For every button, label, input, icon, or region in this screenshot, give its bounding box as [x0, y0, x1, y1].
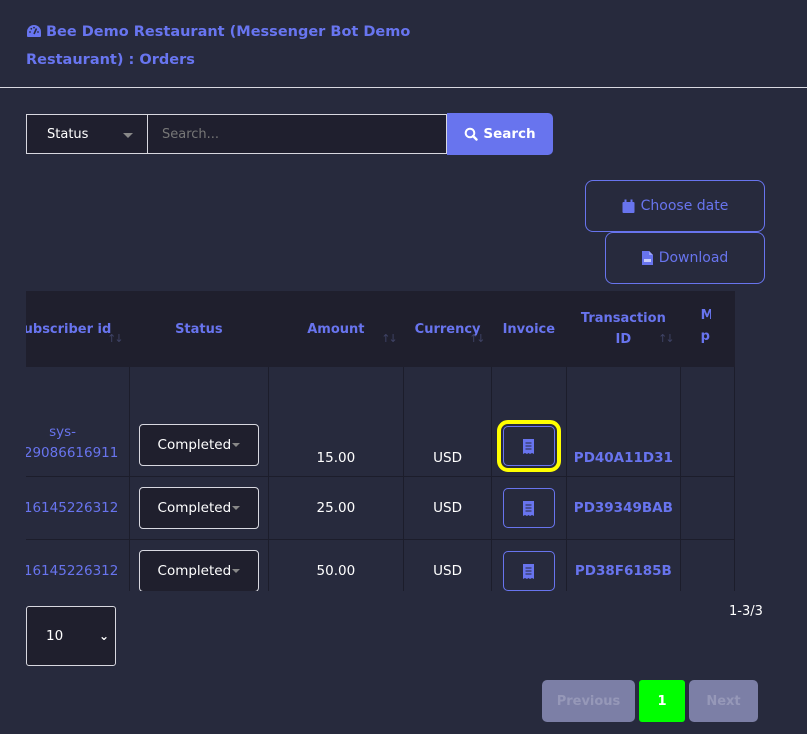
status-dropdown[interactable]: Completed	[138, 487, 259, 529]
caret-down-icon	[232, 443, 241, 447]
currency-cell: USD	[403, 476, 493, 540]
result-range: 1-3/3	[729, 604, 763, 619]
per-page-value: 10	[46, 628, 64, 644]
invoice-button[interactable]	[502, 551, 555, 591]
sort-icon: ↑↓	[469, 332, 486, 345]
page-1-button[interactable]: 1	[639, 680, 685, 722]
tachometer-icon	[27, 25, 41, 37]
page-header: Bee Demo Restaurant (Messenger Bot Demo …	[0, 0, 807, 88]
search-input[interactable]	[148, 114, 447, 154]
download-label: Download	[658, 250, 729, 266]
status-filter-label: Status	[47, 126, 89, 142]
status-cell: Completed	[129, 367, 269, 477]
chevron-down-icon: ⌄	[98, 629, 109, 643]
table-row: 8816145226312 Completed 25.00 USD PD3934…	[26, 476, 735, 540]
table-header-row: Subscriber id↑↓ Status Amount↑↓ Currency…	[26, 291, 735, 367]
column-header-currency[interactable]: Currency ↑↓	[404, 291, 492, 367]
transaction-id-cell[interactable]: PD39349BAB	[566, 476, 682, 540]
download-button[interactable]: Download	[605, 232, 765, 284]
search-icon	[465, 127, 479, 141]
caret-down-icon	[123, 133, 133, 138]
next-page-button[interactable]: Next	[689, 680, 758, 722]
previous-page-button[interactable]: Previous	[542, 680, 635, 722]
calendar-icon	[622, 199, 635, 213]
status-dropdown[interactable]: Completed	[138, 424, 259, 466]
amount-cell: 15.00	[268, 367, 405, 477]
table-row: sys-0529086616911 Completed 15.00 USD PD…	[26, 367, 735, 477]
table-row: 8816145226312 Completed 50.00 USD PD38F6…	[26, 539, 735, 591]
choose-date-label: Choose date	[640, 198, 729, 214]
transaction-id-cell[interactable]: PD38F6185B	[566, 539, 682, 591]
column-header-amount[interactable]: Amount ↑↓	[268, 291, 404, 367]
column-header-status: Status	[175, 321, 223, 337]
invoice-button[interactable]	[502, 488, 555, 528]
orders-table: Subscriber id↑↓ Status Amount↑↓ Currency…	[26, 291, 765, 591]
sort-icon: ↑↓	[381, 332, 398, 345]
caret-down-icon	[232, 569, 241, 573]
search-bar: Status Search	[26, 113, 553, 156]
column-header-transaction-id[interactable]: Transaction ID ↑↓	[566, 291, 680, 367]
receipt-icon	[523, 563, 535, 579]
sort-icon: ↑↓	[107, 332, 124, 345]
pagination: Previous 1 Next	[542, 680, 758, 722]
subscriber-id-cell: 8816145226312	[26, 476, 131, 540]
status-cell: Completed	[129, 539, 269, 591]
subscriber-id-cell: sys-0529086616911	[26, 367, 131, 477]
invoice-cell	[491, 476, 567, 540]
per-page-select[interactable]: 10 ⌄	[26, 606, 116, 666]
status-dropdown[interactable]: Completed	[138, 550, 259, 591]
invoice-cell	[491, 367, 567, 477]
amount-cell: 25.00	[268, 476, 405, 540]
amount-cell: 50.00	[268, 539, 405, 591]
receipt-icon	[523, 438, 535, 454]
page-title-text: Bee Demo Restaurant (Messenger Bot Demo …	[26, 24, 411, 68]
currency-cell: USD	[403, 367, 493, 477]
transaction-id-cell[interactable]: PD40A11D31	[566, 367, 682, 477]
truncated-cell	[680, 539, 735, 591]
status-filter-select[interactable]: Status	[26, 114, 148, 154]
choose-date-button[interactable]: Choose date	[585, 180, 765, 232]
receipt-icon	[523, 500, 535, 516]
truncated-cell	[680, 476, 735, 540]
status-cell: Completed	[129, 476, 269, 540]
file-csv-icon	[641, 251, 653, 265]
sort-icon: ↑↓	[658, 332, 675, 345]
currency-cell: USD	[403, 539, 493, 591]
search-button-label: Search	[483, 126, 536, 142]
invoice-cell	[491, 539, 567, 591]
caret-down-icon	[232, 506, 241, 510]
subscriber-id-cell: 8816145226312	[26, 539, 131, 591]
column-header-subscriber-id[interactable]: Subscriber id↑↓	[26, 291, 130, 367]
truncated-cell	[680, 367, 735, 477]
column-header-truncated: M p	[700, 307, 711, 344]
column-header-invoice: Invoice	[502, 321, 556, 337]
page-title: Bee Demo Restaurant (Messenger Bot Demo …	[26, 18, 496, 74]
invoice-button[interactable]	[496, 420, 561, 472]
search-button[interactable]: Search	[447, 113, 553, 155]
